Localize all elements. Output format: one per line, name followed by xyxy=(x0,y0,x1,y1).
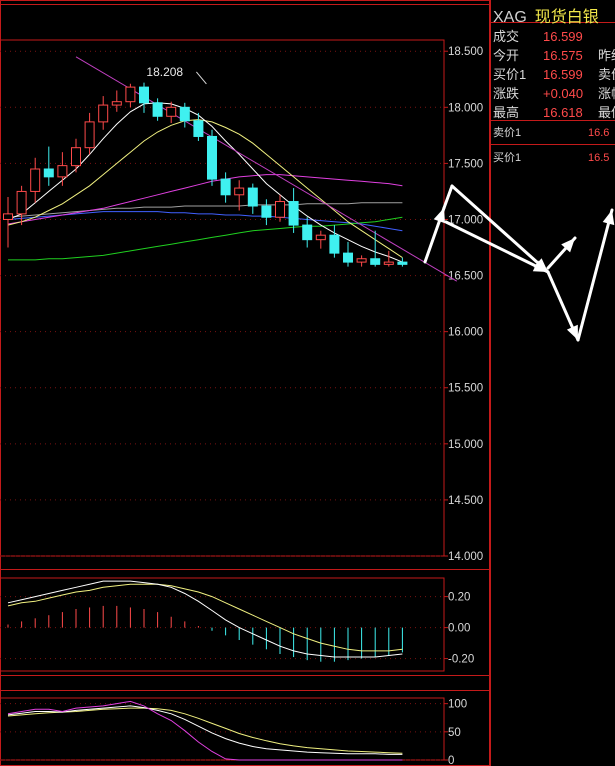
kdj-axis-frame xyxy=(0,697,445,761)
macd-dif-line xyxy=(7,580,403,658)
annotation-label: 18.208 xyxy=(146,65,183,79)
candle-body xyxy=(57,165,68,178)
candle-body xyxy=(275,201,285,218)
macd-dea-line xyxy=(7,583,403,652)
arrow-up-1-head xyxy=(433,208,445,224)
quote-value: 16.599 xyxy=(543,67,583,82)
candle-body xyxy=(220,178,231,196)
candle-body xyxy=(16,190,27,215)
quote-value: 16.575 xyxy=(543,48,583,63)
candle-body xyxy=(234,187,245,196)
symbol-code: XAG xyxy=(493,9,527,26)
quote-title: XAG 现货白银 xyxy=(493,3,599,27)
kdj-j-line xyxy=(7,700,403,761)
candle-body xyxy=(329,234,340,254)
candle-body xyxy=(152,102,163,117)
candle-body xyxy=(98,104,109,123)
main-axis-tick-label: 14.500 xyxy=(448,495,483,507)
main-axis-frame xyxy=(0,39,445,557)
quote-label: 成交 xyxy=(493,29,520,44)
candle-body xyxy=(261,205,272,218)
annotation-leader xyxy=(196,71,207,85)
macd-axis-tick-label: 0.20 xyxy=(448,592,470,604)
quote-label-2: 涨幅 xyxy=(598,86,615,101)
main-axis-tick-label: 17.500 xyxy=(448,158,483,170)
candle-body xyxy=(356,258,367,263)
quote-row-high: 最高 16.618 最低 xyxy=(493,102,615,120)
candle-body xyxy=(139,86,149,104)
main-axis-tick-label: 16.500 xyxy=(448,271,483,283)
quote-row-change: 涨跌 +0.040 涨幅 xyxy=(493,83,615,101)
candle-body xyxy=(71,147,81,167)
orderbook-value: 16.6 xyxy=(588,127,610,139)
kdj-axis-tick-label: 50 xyxy=(448,727,461,739)
candle-body xyxy=(193,120,204,137)
quote-value: 16.618 xyxy=(543,105,583,120)
main-axis-tick-label: 15.500 xyxy=(448,383,483,395)
orderbook-label: 卖价1 xyxy=(493,127,522,139)
orderbook-value: 16.5 xyxy=(588,152,610,164)
candle-body xyxy=(125,86,136,103)
quote-value: +0.040 xyxy=(543,86,584,101)
outer-frame xyxy=(0,0,490,766)
candle-body xyxy=(43,168,54,178)
candle-body xyxy=(288,201,299,226)
macd-panel: 0.20 0.00 -0.20 xyxy=(0,577,474,672)
quote-value: 16.599 xyxy=(543,29,583,44)
main-axis-tick-label: 14.000 xyxy=(448,551,483,563)
quote-panel: XAG现货白银 成交16.599 今开16.575昨结 买价116.599卖价 … xyxy=(490,0,615,766)
candle-body xyxy=(179,106,190,122)
kdj-axis-tick-label: 100 xyxy=(448,699,467,711)
quote-row-bid: 买价1 16.599 卖价 xyxy=(493,64,615,82)
candle-body xyxy=(383,261,394,265)
arrow-up-1-tail xyxy=(442,184,454,210)
main-axis-tick-label: 16.000 xyxy=(448,327,483,339)
symbol-name: 现货白银 xyxy=(534,9,599,26)
quote-label: 买价1 xyxy=(493,67,527,82)
ma-long1-line xyxy=(7,174,403,225)
main-axis-tick-label: 15.000 xyxy=(448,439,483,451)
candle-body xyxy=(397,261,408,265)
main-axis-tick-label: 18.000 xyxy=(448,102,483,114)
kdj-panel: 100 50 0 xyxy=(0,697,467,766)
candle-body xyxy=(343,252,353,263)
candle-body xyxy=(207,135,217,180)
macd-axis-tick-label: -0.20 xyxy=(448,654,474,666)
quote-row-last: 成交 16.599 xyxy=(493,26,615,44)
candle-body xyxy=(166,106,177,117)
candle-body xyxy=(370,258,381,265)
candle-body xyxy=(30,168,41,192)
candle-body xyxy=(3,213,13,220)
quote-label-2: 卖价 xyxy=(598,67,615,82)
orderbook-buy1: 买价1 16.5 xyxy=(493,149,615,165)
main-candlestick-panel: 18.50018.00017.50017.00016.50016.00015.5… xyxy=(0,39,483,563)
candle-body xyxy=(247,187,258,207)
quote-row-open: 今开 16.575 昨结 xyxy=(493,45,615,63)
candle-body xyxy=(302,224,313,241)
kdj-axis-tick-label: 0 xyxy=(448,755,454,766)
candle-body xyxy=(111,101,122,106)
quote-label-2: 最低 xyxy=(598,105,615,120)
quote-label-2: 昨结 xyxy=(598,48,615,63)
macd-axis-tick-label: 0.00 xyxy=(448,623,470,635)
quote-label: 最高 xyxy=(493,105,520,120)
quote-label: 涨跌 xyxy=(493,86,520,101)
main-axis-tick-label: 18.500 xyxy=(448,46,483,58)
candle-body xyxy=(84,121,95,149)
orderbook-sell1: 卖价1 16.6 xyxy=(493,124,615,140)
quote-label: 今开 xyxy=(493,48,520,63)
orderbook-label: 买价1 xyxy=(493,152,522,164)
candle-body xyxy=(315,234,326,241)
